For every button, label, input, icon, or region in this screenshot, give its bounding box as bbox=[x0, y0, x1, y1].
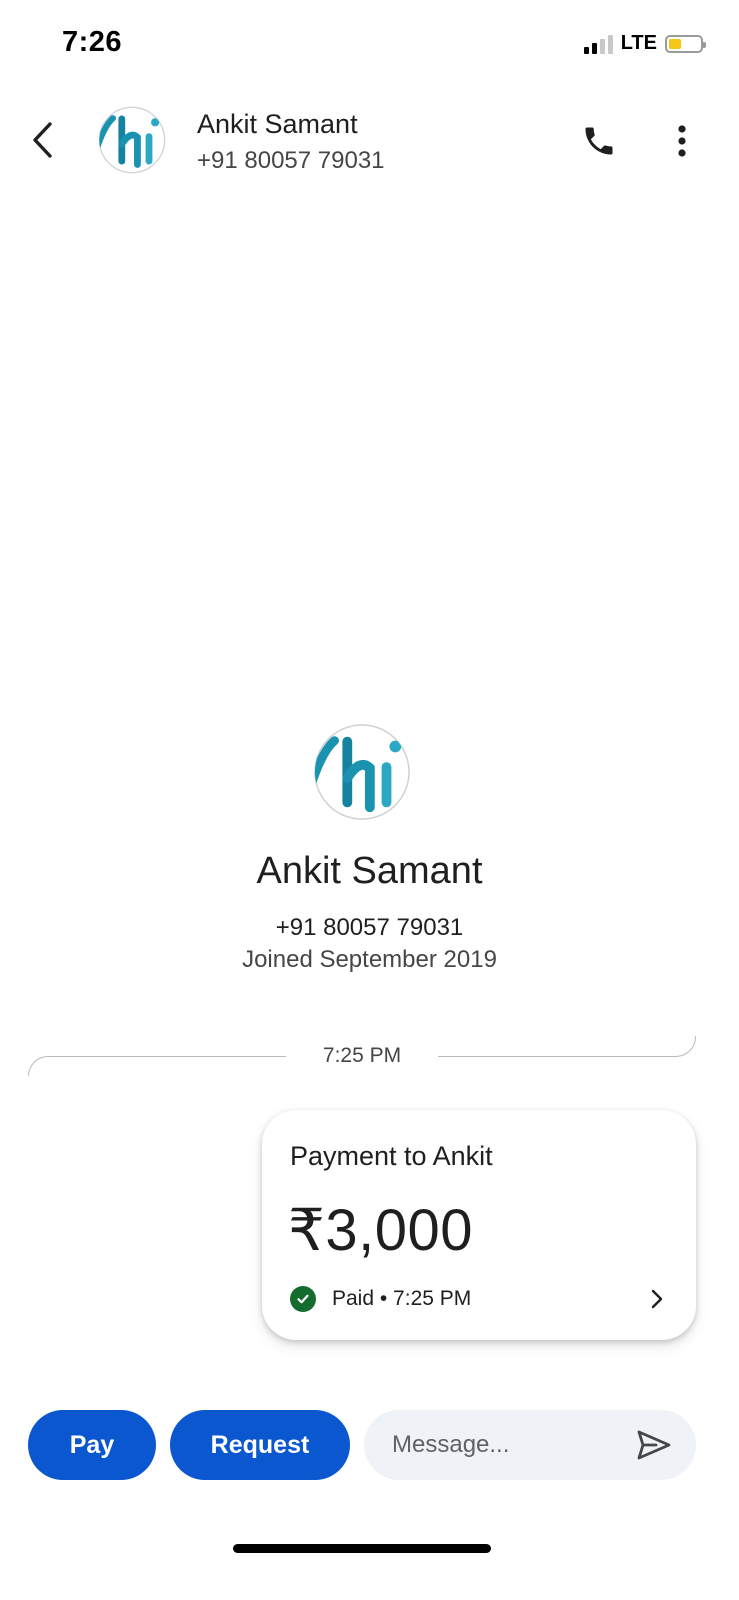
chevron-right-icon[interactable] bbox=[646, 1286, 668, 1312]
header-contact-phone: +91 80057 79031 bbox=[197, 147, 385, 174]
avatar[interactable] bbox=[98, 106, 166, 174]
call-button[interactable] bbox=[576, 118, 622, 164]
profile-phone: +91 80057 79031 bbox=[275, 914, 464, 941]
back-button[interactable] bbox=[22, 116, 62, 164]
more-options-button[interactable] bbox=[662, 118, 702, 164]
payment-card[interactable]: Payment to Ankit ₹3,000 Paid • 7:25 PM bbox=[262, 1110, 696, 1340]
avatar-logo-icon bbox=[98, 106, 166, 174]
battery-icon bbox=[665, 34, 706, 53]
send-button[interactable] bbox=[634, 1425, 674, 1465]
payment-status-row: Paid • 7:25 PM bbox=[290, 1284, 668, 1314]
avatar-logo-icon bbox=[314, 724, 410, 820]
home-indicator bbox=[233, 1544, 491, 1553]
signal-icon bbox=[583, 34, 613, 54]
header-contact-name: Ankit Samant bbox=[197, 109, 358, 139]
status-indicators: LTE bbox=[583, 32, 706, 55]
status-time: 7:26 bbox=[62, 26, 123, 58]
payment-title: Payment to Ankit bbox=[290, 1141, 493, 1171]
payment-status: Paid • 7:25 PM bbox=[332, 1287, 472, 1310]
message-composer bbox=[364, 1410, 696, 1480]
more-vert-icon bbox=[678, 125, 686, 157]
message-input[interactable] bbox=[392, 1410, 612, 1480]
divider-line-right bbox=[438, 1036, 696, 1057]
profile-name: Ankit Samant bbox=[256, 850, 483, 892]
pay-button[interactable]: Pay bbox=[28, 1410, 156, 1480]
check-circle-icon bbox=[290, 1286, 316, 1312]
request-button[interactable]: Request bbox=[170, 1410, 350, 1480]
phone-icon bbox=[585, 127, 613, 155]
payment-amount: ₹3,000 bbox=[288, 1198, 474, 1263]
send-icon bbox=[637, 1430, 671, 1460]
chat-screen: 7:26 LTE Ankit Samant +91 80057 79031 An… bbox=[0, 0, 739, 1600]
profile-joined-date: Joined September 2019 bbox=[242, 946, 497, 973]
divider-line-left bbox=[28, 1056, 286, 1076]
conversation-timestamp: 7:25 PM bbox=[322, 1044, 402, 1067]
chevron-left-icon bbox=[33, 122, 52, 158]
network-type: LTE bbox=[620, 32, 657, 54]
profile-avatar bbox=[313, 723, 411, 821]
